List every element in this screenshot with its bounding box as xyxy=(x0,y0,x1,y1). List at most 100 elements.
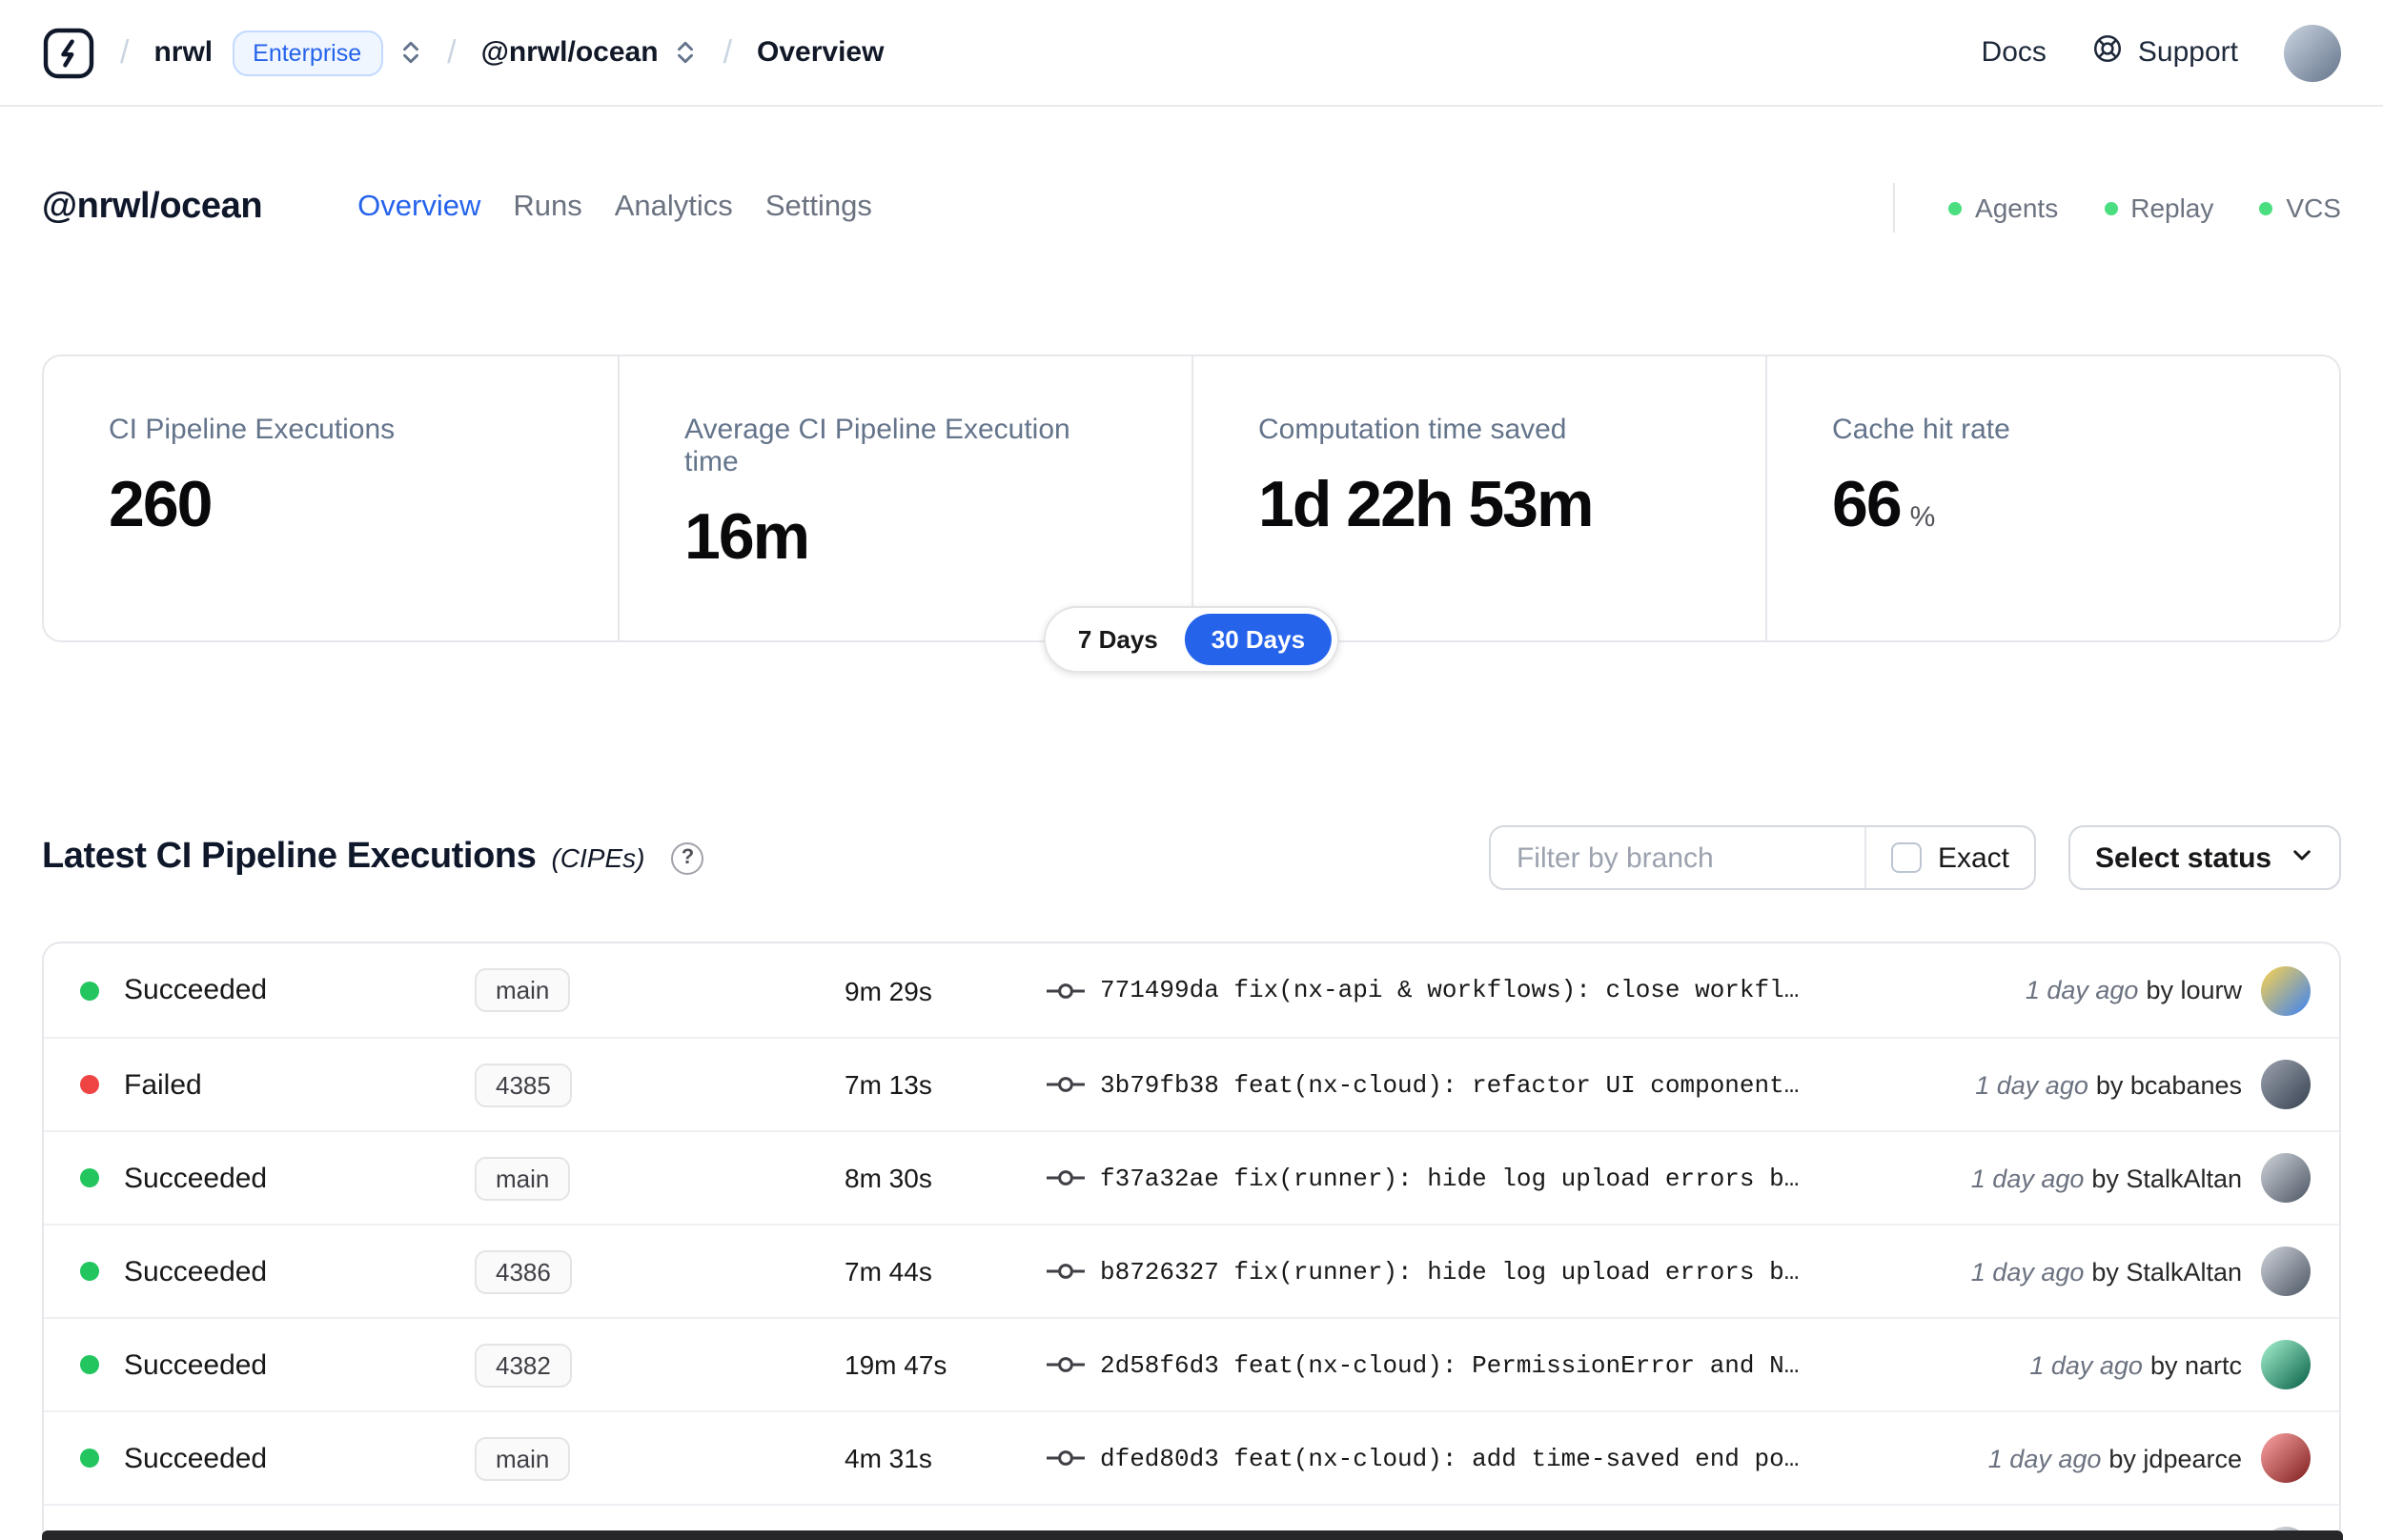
relative-time: 1 day ago xyxy=(1970,1257,2085,1286)
stat-average-execution-time: Average CI Pipeline Execution time 16m xyxy=(618,356,1192,640)
branch-badge[interactable]: main xyxy=(475,968,571,1012)
indicator-agents[interactable]: Agents xyxy=(1948,192,2058,223)
support-link[interactable]: Support xyxy=(2092,31,2238,73)
indicator-label: Agents xyxy=(1975,192,2059,223)
tab-analytics[interactable]: Analytics xyxy=(615,191,733,225)
exact-match-toggle[interactable]: Exact xyxy=(1864,827,2034,888)
lifebuoy-icon xyxy=(2092,31,2125,73)
partial-bottom-banner xyxy=(42,1530,2343,1540)
indicator-label: VCS xyxy=(2286,192,2341,223)
page-title: @nrwl/ocean xyxy=(42,187,263,227)
commit-message[interactable]: b8726327 fix(runner): hide log upload er… xyxy=(1100,1257,1945,1286)
git-commit-icon xyxy=(1047,1353,1085,1376)
enterprise-badge: Enterprise xyxy=(232,30,383,75)
status-label: Succeeded xyxy=(124,974,268,1006)
table-row[interactable]: Succeeded 4382 19m 47s 2d58f6d3 feat(nx-… xyxy=(44,1317,2339,1410)
docs-link[interactable]: Docs xyxy=(1982,36,2047,69)
commit-message[interactable]: 771499da fix(nx-api & workflows): close … xyxy=(1100,976,1999,1004)
commit-message[interactable]: f37a32ae fix(runner): hide log upload er… xyxy=(1100,1164,1945,1192)
workspace-header: @nrwl/ocean Overview Runs Analytics Sett… xyxy=(0,183,2383,233)
cipe-section-suffix: (CIPEs) xyxy=(551,842,645,873)
commit-message[interactable]: dfed80d3 feat(nx-cloud): add time-saved … xyxy=(1100,1444,1962,1472)
user-avatar[interactable] xyxy=(2284,24,2341,81)
exact-checkbox[interactable] xyxy=(1891,842,1923,873)
relative-time: 1 day ago xyxy=(1987,1444,2102,1472)
breadcrumb-workspace[interactable]: @nrwl/ocean xyxy=(481,36,659,69)
duration-label: 8m 30s xyxy=(845,1163,932,1193)
author-label: by jdpearce xyxy=(2108,1444,2242,1472)
indicator-vcs[interactable]: VCS xyxy=(2259,192,2341,223)
breadcrumb-separator: / xyxy=(447,33,457,70)
org-switcher-chevrons-icon[interactable] xyxy=(397,40,422,65)
select-status-dropdown[interactable]: Select status xyxy=(2068,825,2341,890)
stat-computation-time-saved: Computation time saved 1d 22h 53m xyxy=(1192,356,1765,640)
app-root: / nrwl Enterprise / @nrwl/ocean / Overvi… xyxy=(0,0,2383,1540)
git-commit-icon xyxy=(1047,1260,1085,1283)
help-icon[interactable]: ? xyxy=(671,841,704,874)
tab-settings[interactable]: Settings xyxy=(765,191,872,225)
stat-label: Cache hit rate xyxy=(1832,414,2010,446)
date-range-toggle: 7 Days 30 Days xyxy=(1043,606,1340,673)
relative-time: 1 day ago xyxy=(2029,1350,2143,1379)
breadcrumb-separator: / xyxy=(120,33,130,70)
relative-time: 1 day ago xyxy=(2025,976,2139,1004)
status-dot xyxy=(80,1168,99,1187)
author-label: by lourw xyxy=(2146,976,2242,1004)
row-meta: 1 day ago by lourw xyxy=(2026,976,2242,1004)
breadcrumb-org[interactable]: nrwl xyxy=(153,36,213,69)
stat-cache-hit-rate: Cache hit rate 66% xyxy=(1765,356,2339,640)
cipe-table: Succeeded main 9m 29s 771499da fix(nx-ap… xyxy=(42,942,2341,1540)
branch-filter-group: Exact xyxy=(1489,825,2036,890)
status-label: Succeeded xyxy=(124,1255,268,1287)
branch-badge[interactable]: main xyxy=(475,1436,571,1480)
status-label: Succeeded xyxy=(124,1162,268,1194)
green-dot-icon xyxy=(2259,201,2273,214)
branch-filter-input[interactable] xyxy=(1491,827,1865,888)
status-label: Failed xyxy=(124,1068,202,1101)
avatar xyxy=(2261,965,2311,1015)
author-label: by nartc xyxy=(2149,1350,2242,1379)
git-commit-icon xyxy=(1047,1073,1085,1096)
green-dot-icon xyxy=(2104,201,2118,214)
stat-ci-pipeline-executions: CI Pipeline Executions 260 xyxy=(44,356,618,640)
workspace-switcher-chevrons-icon[interactable] xyxy=(674,40,699,65)
avatar xyxy=(2261,1433,2311,1483)
divider xyxy=(1893,183,1896,233)
row-meta: 1 day ago by StalkAltan xyxy=(1971,1257,2242,1286)
exact-label: Exact xyxy=(1937,841,2009,874)
status-dot xyxy=(80,1262,99,1281)
nx-cloud-logo-icon[interactable] xyxy=(42,26,95,79)
breadcrumb-separator: / xyxy=(723,33,733,70)
avatar xyxy=(2261,1060,2311,1109)
table-row[interactable]: Succeeded main 8m 30s f37a32ae fix(runne… xyxy=(44,1130,2339,1224)
green-dot-icon xyxy=(1948,201,1963,214)
branch-badge[interactable]: main xyxy=(475,1156,571,1200)
branch-badge[interactable]: 4385 xyxy=(475,1063,572,1106)
duration-label: 7m 44s xyxy=(845,1256,932,1287)
git-commit-icon xyxy=(1047,979,1085,1002)
table-row[interactable]: Succeeded 4386 7m 44s b8726327 fix(runne… xyxy=(44,1224,2339,1317)
commit-message[interactable]: 3b79fb38 feat(nx-cloud): refactor UI com… xyxy=(1100,1070,1948,1099)
table-row[interactable]: Failed 4385 7m 13s 3b79fb38 feat(nx-clou… xyxy=(44,1037,2339,1130)
table-row[interactable]: Succeeded main 9m 29s 771499da fix(nx-ap… xyxy=(44,943,2339,1037)
row-meta: 1 day ago by nartc xyxy=(2029,1350,2242,1379)
breadcrumb-page: Overview xyxy=(757,36,885,69)
row-meta: 1 day ago by bcabanes xyxy=(1975,1070,2242,1099)
stat-unit: % xyxy=(1909,501,1936,534)
tab-overview[interactable]: Overview xyxy=(357,191,480,225)
indicator-replay[interactable]: Replay xyxy=(2104,192,2213,223)
branch-badge[interactable]: 4386 xyxy=(475,1249,572,1293)
relative-time: 1 day ago xyxy=(1975,1070,2088,1099)
avatar xyxy=(2261,1153,2311,1203)
git-commit-icon xyxy=(1047,1166,1085,1189)
branch-cell: main xyxy=(475,1436,845,1480)
stat-value: 1d 22h 53m xyxy=(1258,469,1594,541)
range-30-days-button[interactable]: 30 Days xyxy=(1184,614,1333,665)
cipe-section-title: Latest CI Pipeline Executions xyxy=(42,837,537,877)
range-7-days-button[interactable]: 7 Days xyxy=(1051,614,1185,665)
table-row[interactable]: Succeeded main 4m 31s dfed80d3 feat(nx-c… xyxy=(44,1410,2339,1504)
avatar xyxy=(2261,1340,2311,1389)
branch-badge[interactable]: 4382 xyxy=(475,1343,572,1387)
tab-runs[interactable]: Runs xyxy=(513,191,581,225)
commit-message[interactable]: 2d58f6d3 feat(nx-cloud): PermissionError… xyxy=(1100,1350,2003,1379)
